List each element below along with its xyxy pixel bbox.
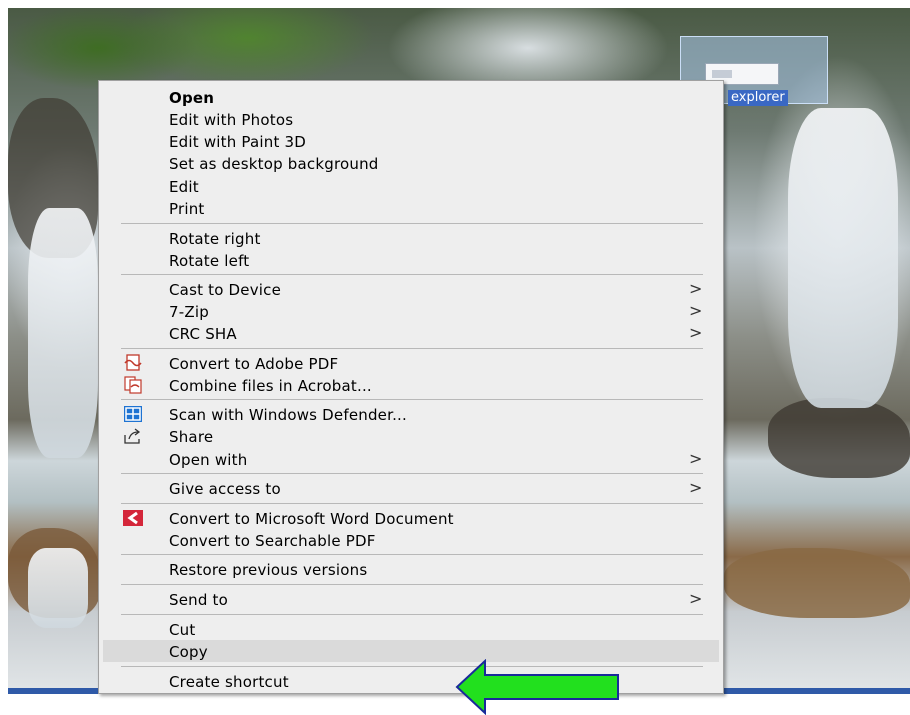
submenu-chevron-icon: >: [689, 301, 703, 320]
menu-item-label: Convert to Searchable PDF: [169, 532, 376, 550]
menu-separator: [121, 223, 703, 224]
menu-item-label: Create shortcut: [169, 673, 289, 691]
menu-item-label: Share: [169, 428, 214, 446]
menu-item-label: Edit with Paint 3D: [169, 133, 306, 151]
wallpaper-waterfall: [28, 548, 88, 628]
desktop-icon-label[interactable]: explorer: [728, 90, 788, 106]
word-convert-icon: [123, 509, 143, 527]
menu-separator: [121, 503, 703, 504]
menu-item-label: Rotate left: [169, 252, 250, 270]
menu-separator: [121, 473, 703, 474]
menu-item-cast-to-device[interactable]: Cast to Device >: [103, 278, 719, 300]
menu-item-label: Restore previous versions: [169, 561, 368, 579]
menu-item-label: Combine files in Acrobat...: [169, 377, 372, 395]
menu-item-label: Edit: [169, 178, 199, 196]
context-menu: Open Edit with Photos Edit with Paint 3D…: [98, 80, 724, 694]
submenu-chevron-icon: >: [689, 449, 703, 468]
menu-item-share[interactable]: Share: [103, 425, 719, 447]
menu-item-give-access-to[interactable]: Give access to >: [103, 477, 719, 499]
adobe-pdf-icon: [123, 354, 143, 372]
menu-item-convert-to-adobe-pdf[interactable]: Convert to Adobe PDF: [103, 352, 719, 374]
menu-item-convert-to-searchable-pdf[interactable]: Convert to Searchable PDF: [103, 529, 719, 551]
menu-item-edit-with-paint-3d[interactable]: Edit with Paint 3D: [103, 130, 719, 152]
menu-item-scan-with-defender[interactable]: Scan with Windows Defender...: [103, 403, 719, 425]
menu-item-label: Send to: [169, 591, 229, 609]
submenu-chevron-icon: >: [689, 323, 703, 342]
menu-item-label: Cast to Device: [169, 281, 282, 299]
menu-item-label: Convert to Adobe PDF: [169, 355, 339, 373]
menu-item-print[interactable]: Print: [103, 197, 719, 219]
submenu-chevron-icon: >: [689, 279, 703, 298]
menu-item-label: Edit with Photos: [169, 111, 294, 129]
menu-item-copy[interactable]: Copy: [103, 640, 719, 662]
wallpaper-waterfall: [28, 208, 98, 458]
menu-item-label: Give access to: [169, 480, 281, 498]
menu-separator: [121, 614, 703, 615]
wallpaper-rock: [724, 548, 910, 618]
menu-item-open-with[interactable]: Open with >: [103, 448, 719, 470]
submenu-chevron-icon: >: [689, 478, 703, 497]
menu-item-label: CRC SHA: [169, 325, 237, 343]
menu-item-label: Open with: [169, 451, 248, 469]
submenu-chevron-icon: >: [689, 589, 703, 608]
menu-separator: [121, 399, 703, 400]
menu-item-label: Copy: [169, 643, 208, 661]
menu-item-edit[interactable]: Edit: [103, 175, 719, 197]
menu-separator: [121, 554, 703, 555]
menu-item-open[interactable]: Open: [103, 86, 719, 108]
menu-item-combine-in-acrobat[interactable]: Combine files in Acrobat...: [103, 374, 719, 396]
menu-item-label: Convert to Microsoft Word Document: [169, 510, 454, 528]
menu-item-label: Rotate right: [169, 230, 261, 248]
menu-item-cut[interactable]: Cut: [103, 618, 719, 640]
menu-item-label: Scan with Windows Defender...: [169, 406, 407, 424]
menu-item-label: Open: [169, 89, 215, 107]
wallpaper-waterfall: [788, 108, 898, 408]
menu-item-crc-sha[interactable]: CRC SHA >: [103, 322, 719, 344]
menu-item-convert-to-word[interactable]: Convert to Microsoft Word Document: [103, 507, 719, 529]
windows-defender-icon: [123, 405, 143, 423]
acrobat-combine-icon: [123, 376, 143, 394]
menu-item-edit-with-photos[interactable]: Edit with Photos: [103, 108, 719, 130]
menu-item-restore-previous-versions[interactable]: Restore previous versions: [103, 558, 719, 580]
menu-separator: [121, 348, 703, 349]
menu-item-label: Set as desktop background: [169, 155, 379, 173]
menu-item-label: 7-Zip: [169, 303, 209, 321]
menu-item-label: Print: [169, 200, 205, 218]
menu-item-label: Cut: [169, 621, 196, 639]
menu-item-set-desktop-background[interactable]: Set as desktop background: [103, 152, 719, 174]
share-icon: [123, 427, 143, 445]
menu-separator: [121, 274, 703, 275]
menu-separator: [121, 584, 703, 585]
wallpaper-rock: [768, 398, 910, 478]
menu-item-send-to[interactable]: Send to >: [103, 588, 719, 610]
menu-item-create-shortcut[interactable]: Create shortcut: [103, 670, 719, 692]
annotation-arrow-icon: [455, 659, 619, 715]
menu-item-rotate-right[interactable]: Rotate right: [103, 227, 719, 249]
menu-item-7zip[interactable]: 7-Zip >: [103, 300, 719, 322]
menu-item-rotate-left[interactable]: Rotate left: [103, 249, 719, 271]
